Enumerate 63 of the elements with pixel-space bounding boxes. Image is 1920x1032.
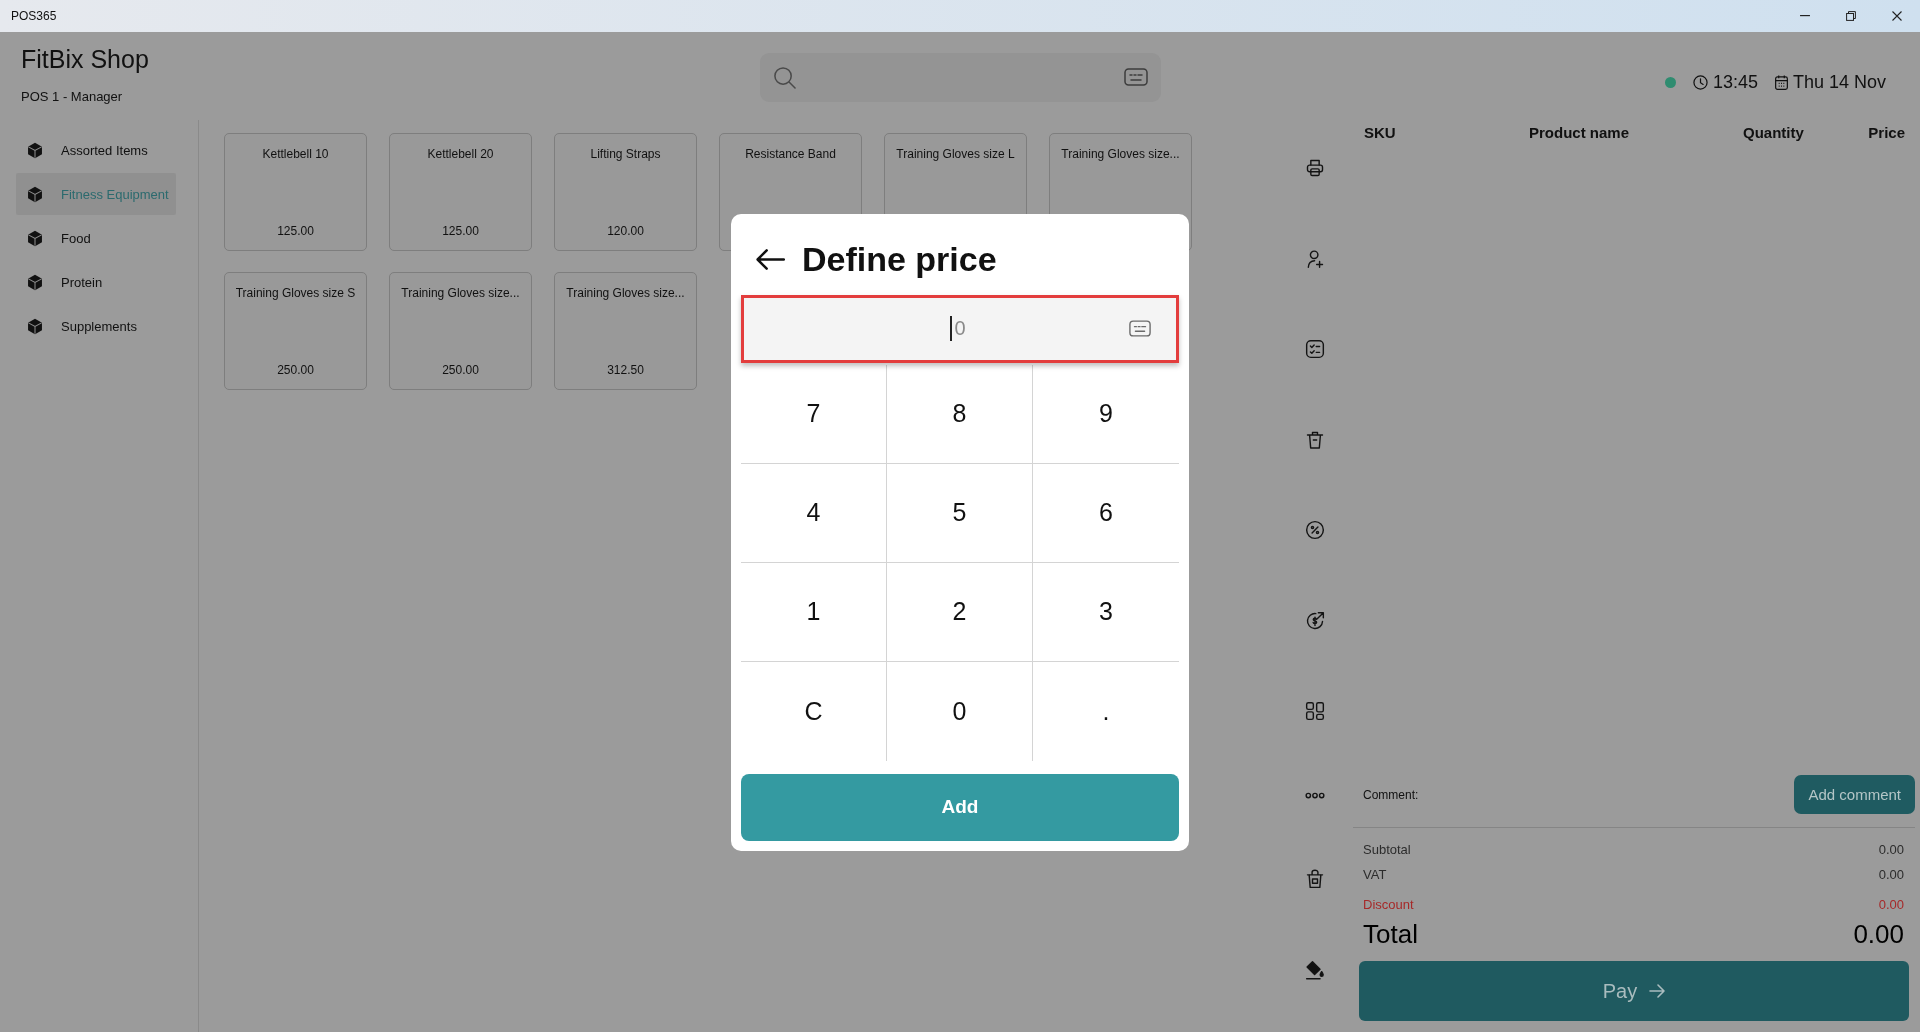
search-icon: [772, 66, 796, 89]
basket-icon[interactable]: [1305, 869, 1325, 889]
summary-value: 0.00: [1878, 866, 1904, 884]
cube-icon: [27, 229, 43, 247]
category-item[interactable]: Supplements: [16, 305, 176, 347]
summary-value: 0.00: [1878, 841, 1904, 859]
back-arrow-icon[interactable]: [756, 248, 785, 270]
clock-time: 13:45: [1712, 71, 1758, 93]
keypad-key[interactable]: 1: [741, 562, 887, 662]
summary-label: Total: [1363, 919, 1418, 949]
add-comment-button[interactable]: Add comment: [1794, 775, 1915, 814]
product-tile[interactable]: Kettlebell 20 125.00: [389, 133, 532, 251]
pay-button[interactable]: Pay: [1359, 961, 1909, 1021]
paint-bucket-icon[interactable]: [1305, 959, 1325, 980]
summary-value: 0.00: [1853, 919, 1904, 949]
product-tile[interactable]: Lifting Straps 120.00: [554, 133, 697, 251]
keypad-key[interactable]: 7: [741, 364, 887, 464]
percent-icon[interactable]: [1305, 520, 1325, 540]
calendar-icon: [1774, 74, 1788, 90]
user-plus-icon[interactable]: [1305, 248, 1325, 269]
keyboard-icon[interactable]: [1123, 68, 1148, 86]
current-date: Thu 14 Nov: [1792, 71, 1886, 93]
category-item[interactable]: Assorted Items: [16, 129, 176, 171]
summary-value: 0.00: [1878, 896, 1904, 914]
cube-icon: [27, 141, 43, 159]
more-icon[interactable]: [1305, 791, 1325, 799]
category-item[interactable]: Protein: [16, 261, 176, 303]
comment-label: Comment:: [1363, 787, 1419, 802]
summary-label: Subtotal: [1363, 841, 1411, 859]
column-header: SKU: [1364, 123, 1396, 141]
product-tile[interactable]: Training Gloves size... 312.50: [554, 272, 697, 390]
checklist-icon[interactable]: [1305, 339, 1325, 359]
keypad-key[interactable]: 8: [887, 364, 1033, 464]
summary-label: Discount: [1363, 896, 1414, 914]
trash-icon[interactable]: [1305, 429, 1325, 450]
summary-label: VAT: [1363, 866, 1387, 884]
shop-name: FitBix Shop: [21, 45, 149, 73]
cube-icon: [27, 273, 43, 291]
window-title: POS365: [11, 9, 57, 23]
keyboard-icon[interactable]: [1129, 319, 1151, 337]
clock-icon: [1692, 74, 1708, 90]
column-header: Product name: [1529, 123, 1630, 141]
minimize-icon[interactable]: [1800, 15, 1810, 17]
cube-icon: [27, 185, 43, 203]
keypad-key[interactable]: 4: [741, 463, 887, 563]
price-input[interactable]: 0: [741, 294, 1179, 363]
cube-icon: [27, 317, 43, 335]
arrow-right-icon: [1649, 984, 1666, 998]
restore-icon[interactable]: [1846, 11, 1856, 21]
keypad-key[interactable]: 5: [887, 463, 1033, 563]
close-icon[interactable]: [1892, 11, 1902, 21]
column-header: Quantity: [1743, 123, 1804, 141]
terminal-label: POS 1 - Manager: [21, 89, 123, 105]
dollar-arrow-icon[interactable]: [1305, 610, 1325, 631]
keypad-key[interactable]: 2: [887, 562, 1033, 662]
product-tile[interactable]: Kettlebell 10 125.00: [224, 133, 367, 251]
printer-icon[interactable]: [1305, 158, 1325, 178]
grid-icon[interactable]: [1305, 701, 1325, 721]
search-field[interactable]: [759, 53, 1161, 102]
category-item[interactable]: Food: [16, 217, 176, 259]
product-tile[interactable]: Training Gloves size S 250.00: [224, 272, 367, 390]
column-header: Price: [1868, 123, 1905, 141]
product-tile[interactable]: Training Gloves size... 250.00: [389, 272, 532, 390]
